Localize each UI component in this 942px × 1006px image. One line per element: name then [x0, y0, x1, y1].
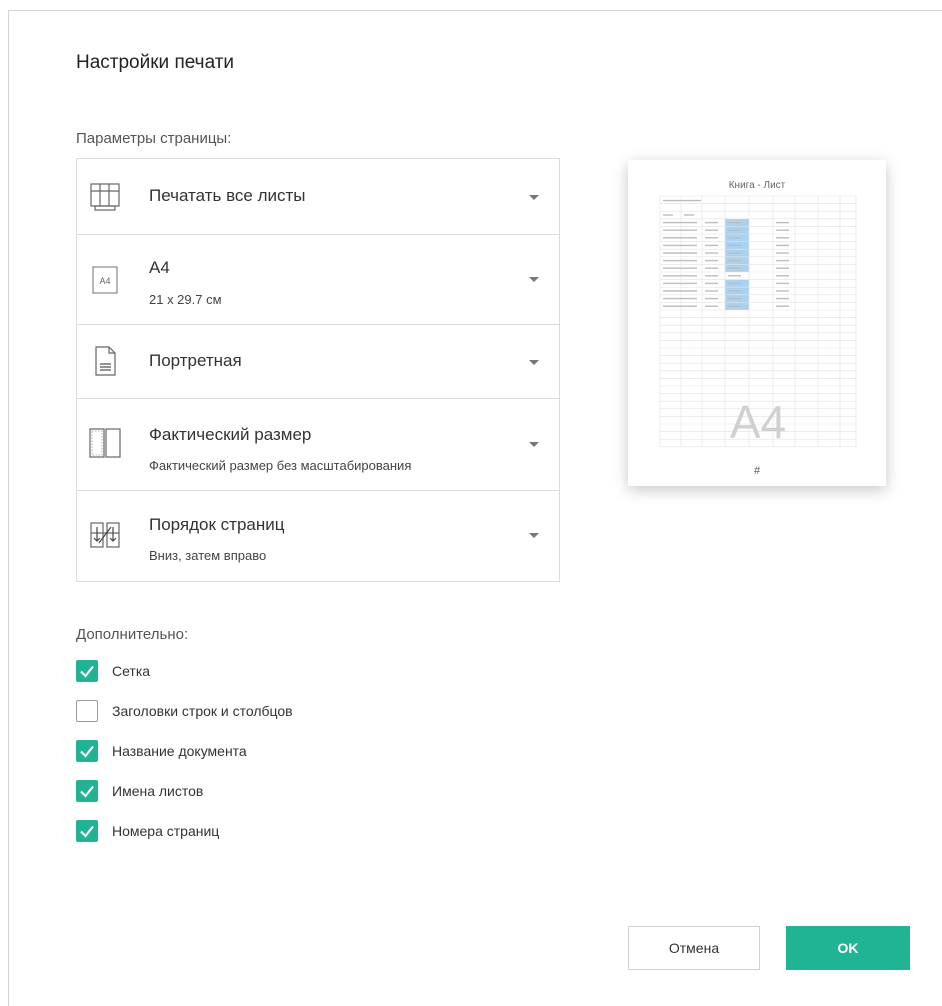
checkmark-icon — [80, 825, 94, 838]
checkmark-icon — [80, 745, 94, 758]
portrait-icon — [95, 346, 116, 376]
checkbox[interactable] — [76, 660, 98, 682]
page-order-value: Порядок страниц — [149, 515, 285, 534]
option-label: Сетка — [112, 663, 151, 679]
scale-icon — [89, 428, 121, 458]
page-order-description: Вниз, затем вправо — [149, 548, 267, 563]
preview-watermark: A4 — [730, 396, 786, 448]
dialog-title: Настройки печати — [76, 52, 235, 73]
sheets-icon — [90, 183, 120, 211]
page-settings-list: Печатать все листы A4 A4 21 x 29.7 см По… — [76, 158, 560, 582]
scaling-select[interactable]: Фактический размер Фактический размер бе… — [77, 399, 559, 491]
orientation-value: Портретная — [149, 351, 242, 370]
preview-header: Книга - Лист — [729, 180, 786, 191]
scaling-value: Фактический размер — [149, 425, 312, 444]
checkbox[interactable] — [76, 700, 98, 722]
checkbox[interactable] — [76, 740, 98, 762]
page-preview: Книга - Лист A4 # — [628, 160, 886, 486]
checkbox[interactable] — [76, 780, 98, 802]
option-label: Имена листов — [112, 783, 204, 799]
extra-options-label: Дополнительно: — [76, 626, 189, 643]
checkmark-icon — [80, 785, 94, 798]
option-label: Название документа — [112, 743, 247, 759]
ok-button[interactable]: OK — [786, 926, 910, 970]
preview-sheet: Книга - Лист A4 # — [659, 180, 857, 477]
print-range-value: Печатать все листы — [149, 186, 306, 205]
scaling-description: Фактический размер без масштабирования — [149, 458, 412, 473]
orientation-select[interactable]: Портретная — [77, 325, 559, 399]
page-order-select[interactable]: Порядок страниц Вниз, затем вправо — [77, 491, 559, 581]
paper-size-icon: A4 — [92, 266, 118, 294]
chevron-down-icon — [529, 195, 539, 200]
option-label: Номера страниц — [112, 823, 220, 839]
option-label: Заголовки строк и столбцов — [112, 703, 293, 719]
chevron-down-icon — [529, 533, 539, 538]
cancel-button[interactable]: Отмена — [628, 926, 760, 970]
paper-size-value: A4 — [149, 258, 170, 277]
page-order-icon — [90, 522, 120, 548]
print-range-select[interactable]: Печатать все листы — [77, 159, 559, 235]
svg-text:A4: A4 — [99, 276, 110, 286]
chevron-down-icon — [529, 277, 539, 282]
checkbox[interactable] — [76, 820, 98, 842]
paper-size-dimensions: 21 x 29.7 см — [149, 292, 222, 307]
chevron-down-icon — [529, 360, 539, 365]
checkmark-icon — [80, 665, 94, 678]
preview-footer: # — [754, 465, 761, 477]
paper-size-select[interactable]: A4 A4 21 x 29.7 см — [77, 235, 559, 325]
page-params-label: Параметры страницы: — [76, 130, 232, 147]
chevron-down-icon — [529, 442, 539, 447]
